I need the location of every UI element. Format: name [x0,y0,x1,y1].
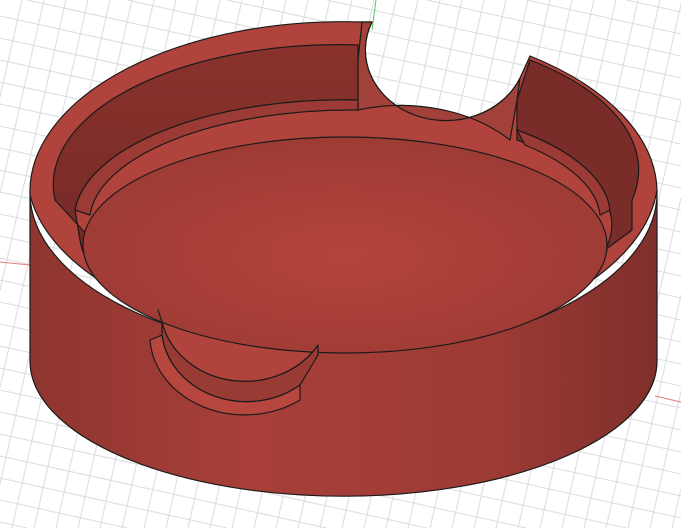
x-axis-line-right [654,395,681,403]
grid-line [526,0,681,35]
grid-line [326,0,681,79]
coaster-model[interactable] [29,21,658,497]
cad-viewport[interactable] [0,0,681,528]
grid-line [0,477,228,528]
grid-line [626,0,681,13]
grid-line [0,499,128,528]
grid-line [426,0,681,57]
